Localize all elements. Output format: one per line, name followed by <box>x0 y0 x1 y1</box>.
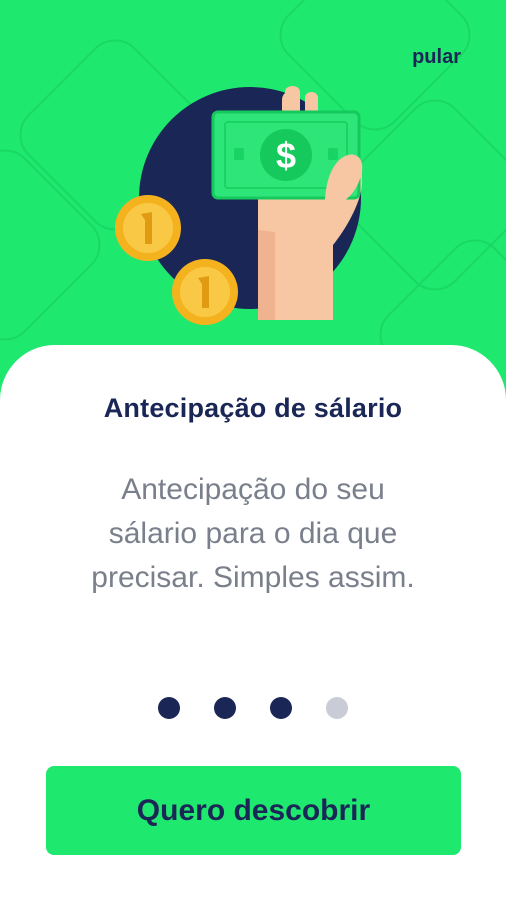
description: Antecipação do seu sálario para o dia qu… <box>40 468 466 600</box>
description-line: Antecipação do seu <box>121 473 385 506</box>
description-line: precisar. Simples assim. <box>91 561 415 594</box>
page-dot-2[interactable] <box>214 697 236 719</box>
coin-icon <box>172 259 238 325</box>
page-dot-1[interactable] <box>158 697 180 719</box>
page-dot-4[interactable] <box>326 697 348 719</box>
discover-button[interactable]: Quero descobrir <box>46 766 461 855</box>
page-dot-3[interactable] <box>270 697 292 719</box>
dollar-symbol: $ <box>276 135 296 176</box>
description-line: sálario para o dia que <box>108 517 398 550</box>
pagination-dots <box>0 697 506 719</box>
page-title: Antecipação de sálario <box>103 393 403 423</box>
coin-icon <box>115 195 181 261</box>
